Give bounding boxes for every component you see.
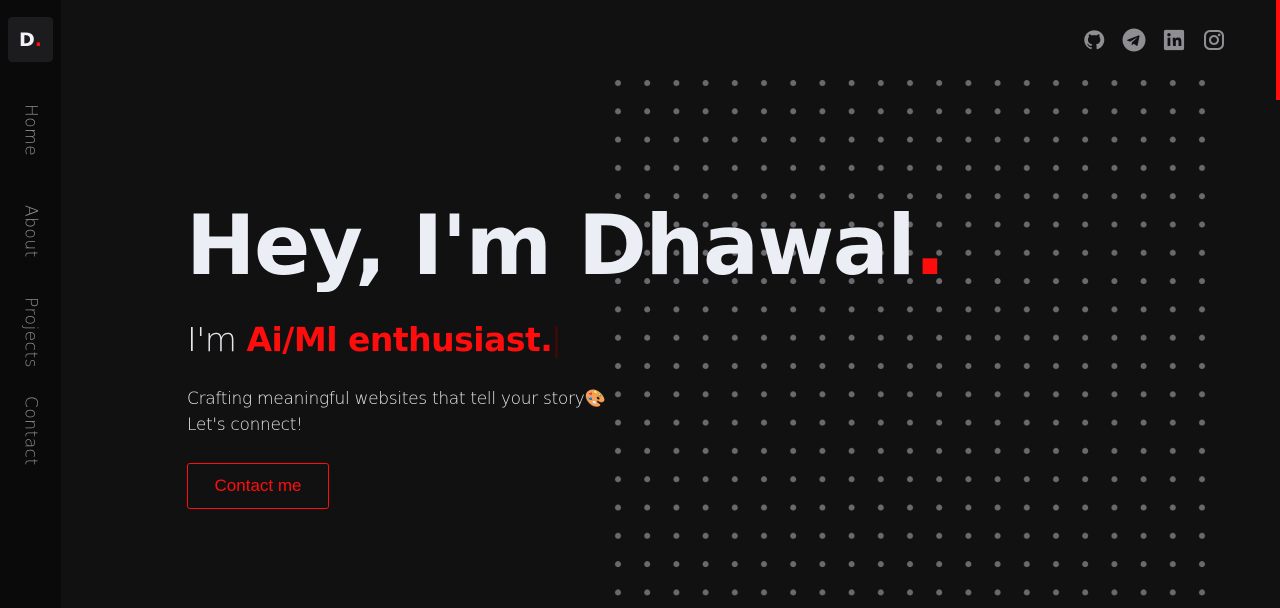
nav-item-label: Home <box>20 104 41 157</box>
typed-role: Ai/Ml enthusiast. <box>246 320 553 359</box>
linkedin-icon[interactable] <box>1162 28 1186 52</box>
hero-title: Hey, I'm Dhawal. <box>186 197 946 294</box>
typing-cursor <box>555 325 559 358</box>
tagline-line1: Crafting meaningful websites that tell y… <box>187 389 585 409</box>
contact-me-button[interactable]: Contact me <box>187 463 329 509</box>
hero-subtitle: I'm Ai/Ml enthusiast. <box>187 320 559 359</box>
nav-item-home[interactable]: Home <box>0 104 61 156</box>
social-links <box>1082 28 1226 52</box>
nav-item-label: Contact <box>20 396 41 466</box>
tagline-line2: Let's connect! <box>187 415 303 435</box>
nav-item-contact[interactable]: Contact <box>0 396 61 466</box>
scrollbar-thumb[interactable] <box>1276 0 1280 100</box>
github-icon[interactable] <box>1082 28 1106 52</box>
dot-grid-background <box>603 72 1215 608</box>
nav-item-label: Projects <box>20 297 41 369</box>
logo-letter: D <box>19 28 35 51</box>
nav-item-label: About <box>20 205 41 258</box>
hero-tagline: Crafting meaningful websites that tell y… <box>187 386 606 438</box>
palette-emoji-icon: 🎨 <box>584 389 606 409</box>
nav-item-projects[interactable]: Projects <box>0 297 61 368</box>
hero-title-text: Hey, I'm Dhawal <box>186 197 916 294</box>
hero-title-dot: . <box>914 197 946 294</box>
logo-dot: . <box>34 28 42 51</box>
logo[interactable]: D. <box>8 17 53 62</box>
instagram-icon[interactable] <box>1202 28 1226 52</box>
sidebar: D. Home About Projects Contact <box>0 0 61 608</box>
telegram-icon[interactable] <box>1122 28 1146 52</box>
subtitle-prefix: I'm <box>187 320 247 359</box>
nav-item-about[interactable]: About <box>0 205 61 258</box>
